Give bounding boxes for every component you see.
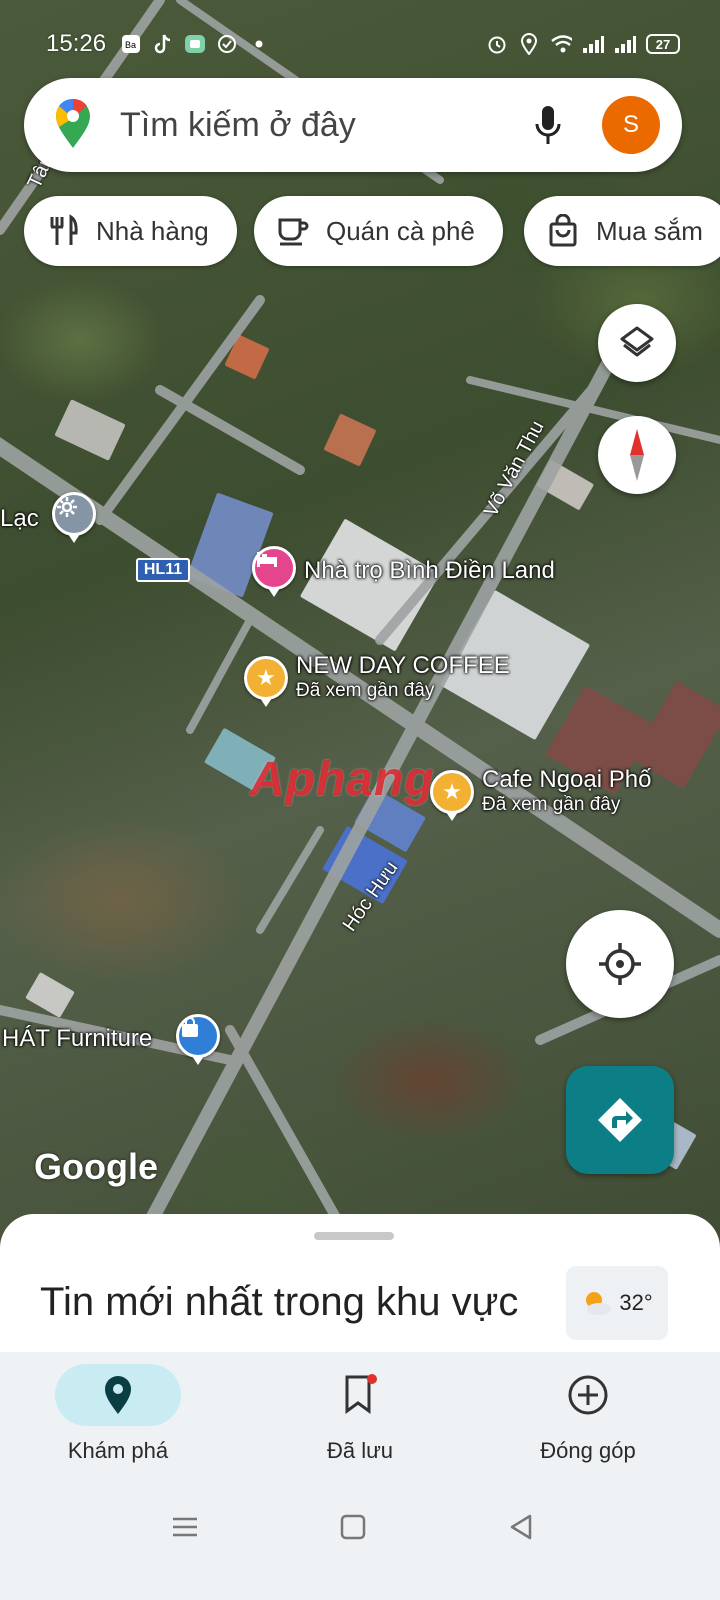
add-circle-icon [568,1375,608,1415]
sheet-drag-handle[interactable] [314,1232,394,1240]
my-location-button[interactable] [566,910,674,1018]
nav-active-pill [55,1364,181,1426]
nav-saved[interactable]: Đã lưu [270,1364,450,1464]
tiktok-icon [152,33,174,55]
directions-button[interactable] [566,1066,674,1174]
bookmark-icon [345,1374,377,1414]
bottom-sheet[interactable]: Tin mới nhất trong khu vực 32° [0,1214,720,1354]
search-bar[interactable]: Tìm kiếm ở đây S [24,78,682,172]
poi-pin-new-day-coffee[interactable]: ★ [244,656,288,707]
nav-explore[interactable]: Khám phá [28,1364,208,1464]
status-time: 15:26 [46,30,107,57]
shopping-bag-icon [546,214,580,248]
chat-app-icon [184,33,206,55]
category-chips: Nhà hàng Quán cà phê Mua sắm [24,196,720,266]
chip-restaurants[interactable]: Nhà hàng [24,196,237,266]
compass-icon [630,429,644,481]
bed-icon [257,552,277,567]
sun-cloud-icon [586,1292,612,1315]
star-icon: ★ [442,779,462,804]
signal-icon [614,33,636,55]
google-maps-pin-icon [54,97,92,154]
poi-label-furniture[interactable]: HÁT Furniture [2,1026,152,1052]
poi-sub: Đã xem gần đây [296,680,435,701]
chip-label: Mua sắm [596,215,703,246]
layers-icon [620,326,654,357]
messenger-icon: Ba [120,33,142,55]
home-square-icon [340,1514,366,1540]
compass-button[interactable] [598,416,676,494]
my-location-icon [599,943,641,985]
signal-icon [582,33,604,55]
poi-pin-nha-tro[interactable] [252,546,296,597]
nav-label: Khám phá [67,1438,169,1463]
system-nav-bar [0,1502,720,1552]
poi-pin-cafe-ngoai-pho[interactable]: ★ [430,770,474,821]
back-triangle-icon [510,1514,532,1540]
poi-name: Cafe Ngoại Phố [482,766,652,793]
nav-label: Đóng góp [540,1438,636,1463]
poi-name: NEW DAY COFFEE [296,652,510,679]
avatar[interactable]: S [602,96,660,154]
status-right-icons: 27 [486,33,680,55]
search-input[interactable]: Tìm kiếm ở đây [120,106,528,145]
location-icon [518,33,540,55]
recents-button[interactable] [160,1502,210,1552]
sheet-title: Tin mới nhất trong khu vực [40,1280,519,1324]
layers-button[interactable] [598,304,676,382]
home-button[interactable] [328,1502,378,1552]
vpn-icon [216,33,238,55]
nav-label: Đã lưu [326,1438,394,1463]
directions-icon [598,1098,642,1142]
poi-sub: Đã xem gần đây [482,794,621,815]
poi-label-new-day-coffee[interactable]: NEW DAY COFFEE Đã xem gần đây [296,653,510,703]
weather-chip[interactable]: 32° [566,1266,668,1340]
dot-icon [248,33,270,55]
location-pin-icon [105,1376,131,1414]
gear-icon [57,497,77,517]
poi-label-lac[interactable]: Lạc [0,506,39,532]
shopping-bag-icon [182,1017,198,1037]
restaurant-icon [46,214,80,248]
alarm-icon [486,33,508,55]
battery-indicator: 27 [646,34,680,54]
star-icon: ★ [256,665,276,690]
chip-shopping[interactable]: Mua sắm [524,196,720,266]
poi-label-nha-tro[interactable]: Nhà trọ Bình Điền Land [304,558,555,584]
nav-icon-wrap [525,1364,651,1426]
poi-pin-furniture[interactable] [176,1014,220,1065]
mic-icon[interactable] [528,97,568,153]
wifi-icon [550,33,572,55]
menu-icon [173,1517,197,1537]
coffee-icon [276,214,310,248]
poi-pin-lac[interactable] [52,492,96,543]
chip-label: Quán cà phê [326,215,475,246]
chip-label: Nhà hàng [96,215,209,246]
status-left-icons: Ba [120,33,270,55]
weather-temp: 32° [619,1290,653,1315]
nav-icon-wrap [297,1364,423,1426]
google-logo: Google [34,1146,158,1187]
nav-contribute[interactable]: Đóng góp [498,1364,678,1464]
watermark: Aphang [250,753,435,806]
status-bar: 15:26 Ba 27 [0,24,720,64]
poi-label-cafe-ngoai-pho[interactable]: Cafe Ngoại Phố Đã xem gần đây [482,767,651,817]
chip-coffee[interactable]: Quán cà phê [254,196,503,266]
bottom-nav: Khám phá Đã lưu Đóng góp [0,1352,720,1600]
highway-badge: HL11 [136,558,190,582]
back-button[interactable] [496,1502,546,1552]
svg-text:Ba: Ba [125,40,136,50]
